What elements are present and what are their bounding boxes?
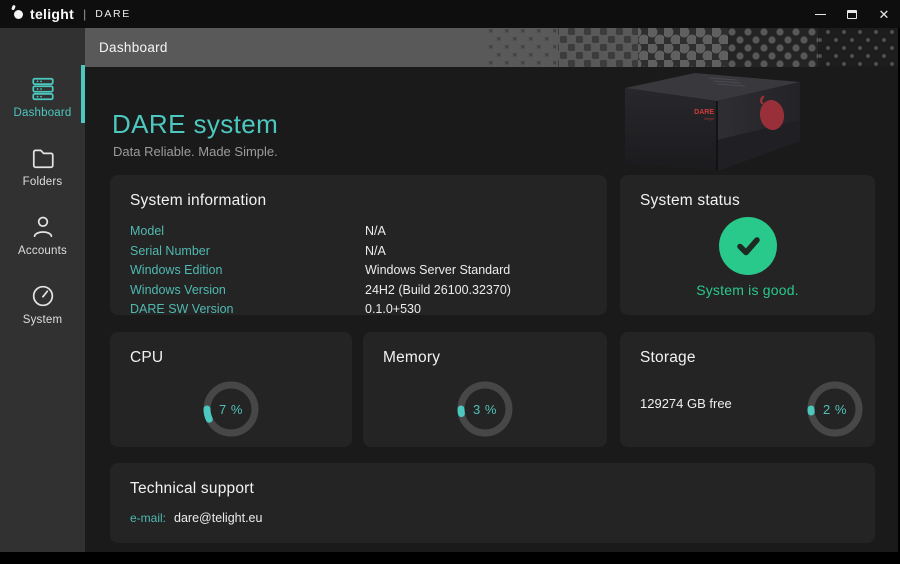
sidebar: Dashboard Folders Accounts System (0, 28, 85, 552)
tab-bar: Dashboard (85, 28, 898, 67)
page-title: DARE system (112, 109, 278, 140)
card-title: Storage (620, 332, 875, 367)
main-content: DARE system Data Reliable. Made Simple. (85, 67, 898, 552)
memory-card: Memory 3 % (363, 332, 607, 447)
halftone-pattern (488, 28, 898, 67)
telight-logo-icon (14, 10, 23, 19)
sidebar-item-accounts[interactable]: Accounts (0, 208, 85, 263)
info-row-label: Model (130, 223, 365, 239)
minimize-button[interactable] (804, 0, 836, 28)
maximize-icon (847, 10, 857, 19)
info-row-label: DARE SW Version (130, 301, 365, 317)
sidebar-item-label: Folders (23, 176, 63, 188)
sidebar-item-dashboard[interactable]: Dashboard (0, 70, 85, 125)
storage-percent: 2 % (805, 379, 865, 439)
sidebar-item-label: System (23, 314, 63, 326)
brand-separator: | (83, 7, 86, 21)
close-icon: ✕ (879, 8, 890, 21)
cpu-percent: 7 % (201, 379, 261, 439)
speedometer-icon (30, 283, 56, 309)
storage-free-label: 129274 GB free (640, 396, 732, 411)
status-message: System is good. (696, 282, 799, 298)
device-dare-label: DARE (694, 109, 714, 116)
info-row-value: N/A (365, 243, 587, 259)
person-icon (30, 214, 56, 240)
cpu-card: CPU 7 % (110, 332, 352, 447)
memory-gauge: 3 % (455, 379, 515, 439)
brand-name: telight (30, 6, 74, 22)
info-row-label: Serial Number (130, 243, 365, 259)
support-email-row: e-mail: dare@telight.eu (130, 511, 855, 525)
technical-support-card: Technical support e-mail: dare@telight.e… (110, 463, 875, 543)
folder-icon (30, 145, 56, 171)
titlebar: telight | DARE ✕ (0, 0, 900, 28)
minimize-icon (815, 14, 826, 15)
status-body: System is good. (620, 217, 875, 298)
cpu-gauge: 7 % (201, 379, 261, 439)
system-information-table: Model N/A Serial Number N/A Windows Edit… (130, 223, 587, 317)
sidebar-item-folders[interactable]: Folders (0, 139, 85, 194)
server-rack-icon (30, 76, 56, 102)
info-row-label: Windows Edition (130, 262, 365, 278)
maximize-button[interactable] (836, 0, 868, 28)
telight-logo: telight | DARE (14, 6, 131, 22)
card-title: Technical support (110, 463, 875, 498)
memory-percent: 3 % (455, 379, 515, 439)
product-name: DARE (95, 8, 131, 20)
system-information-card: System information Model N/A Serial Numb… (110, 175, 607, 315)
window-controls: ✕ (804, 0, 900, 28)
sidebar-item-system[interactable]: System (0, 277, 85, 332)
status-good-badge (719, 217, 777, 275)
info-row-label: Windows Version (130, 282, 365, 298)
info-row-value: Windows Server Standard (365, 262, 587, 278)
card-title: CPU (110, 332, 352, 367)
app-window: telight | DARE ✕ Dashboard Folders (0, 0, 900, 564)
info-row-value: N/A (365, 223, 587, 239)
dare-device-image: DARE telight (617, 68, 807, 172)
card-title: Memory (363, 332, 607, 367)
info-row-value: 24H2 (Build 26100.32370) (365, 282, 587, 298)
sidebar-item-label: Dashboard (13, 107, 71, 119)
storage-card: Storage 129274 GB free 2 % (620, 332, 875, 447)
email-label: e-mail: (130, 511, 166, 525)
device-telight-label: telight (704, 117, 714, 121)
tab-dashboard[interactable]: Dashboard (99, 28, 168, 67)
checkmark-icon (731, 229, 765, 263)
info-row-value: 0.1.0+530 (365, 301, 587, 317)
system-status-card: System status System is good. (620, 175, 875, 315)
card-title: System information (110, 175, 607, 210)
page-subtitle: Data Reliable. Made Simple. (113, 144, 278, 159)
email-value[interactable]: dare@telight.eu (174, 511, 262, 525)
storage-gauge: 2 % (805, 379, 865, 439)
close-button[interactable]: ✕ (868, 0, 900, 28)
card-title: System status (620, 175, 875, 210)
sidebar-item-label: Accounts (18, 245, 67, 257)
